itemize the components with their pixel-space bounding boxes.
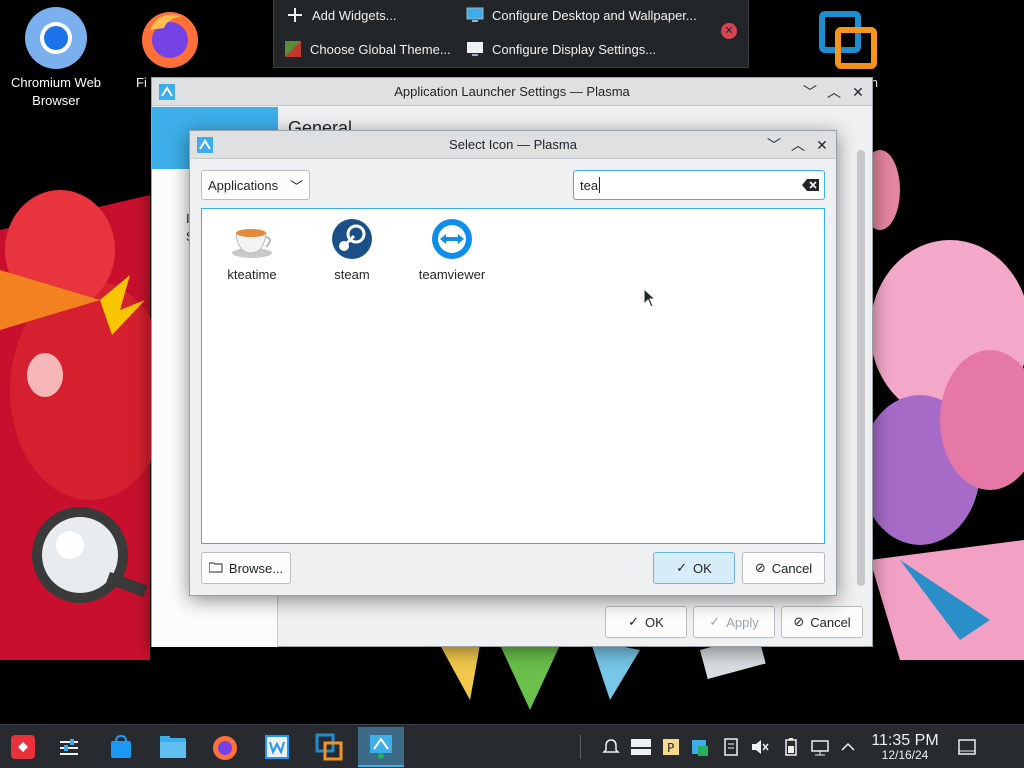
icon-result-kteatime[interactable]: kteatime	[202, 217, 302, 282]
menu-item-label: Configure Desktop and Wallpaper...	[492, 7, 697, 23]
document-icon	[265, 735, 289, 759]
network-icon[interactable]	[810, 738, 829, 756]
window-title: Application Launcher Settings — Plasma	[394, 84, 630, 99]
desktop-icon-chromium[interactable]: Chromium Web Browser	[0, 0, 112, 110]
icon-result-label: kteatime	[227, 267, 277, 282]
search-value: tea	[580, 177, 599, 193]
firefox-icon	[138, 6, 202, 70]
icon-result-steam[interactable]: steam	[302, 217, 402, 282]
taskbar-discover[interactable]	[98, 727, 144, 767]
maximize-button[interactable]: ︿	[788, 135, 808, 155]
menu-item-display-settings[interactable]: Configure Display Settings...	[466, 34, 656, 64]
button-label: Browse...	[228, 560, 284, 576]
plasma-app-icon	[158, 83, 176, 101]
check-icon: ✓	[628, 614, 640, 629]
check-icon: ✓	[676, 560, 688, 575]
scrollbar[interactable]	[857, 150, 865, 586]
sliders-icon	[60, 739, 78, 755]
dialog-title: Select Icon — Plasma	[449, 137, 577, 152]
settings-ok-button[interactable]: ✓ OK	[605, 606, 687, 638]
category-dropdown[interactable]: Applications ﹀	[201, 170, 310, 200]
display-icon	[466, 40, 484, 58]
button-label: Cancel	[771, 560, 813, 576]
icon-results-grid[interactable]: kteatime steam teamviewer	[201, 208, 825, 544]
virtualbox-icon	[816, 6, 880, 70]
svg-text:P: P	[667, 741, 674, 755]
theme-icon	[284, 40, 302, 58]
browse-button[interactable]: Browse...	[201, 552, 291, 584]
cancel-icon: ⊘	[754, 560, 766, 575]
folder-icon	[208, 561, 223, 576]
chevron-up-icon[interactable]	[840, 738, 858, 756]
button-label: OK	[645, 614, 664, 630]
search-input[interactable]: tea	[573, 170, 825, 200]
button-label: OK	[693, 560, 712, 576]
menu-item-global-theme[interactable]: Choose Global Theme...	[284, 34, 451, 64]
icon-result-teamviewer[interactable]: teamviewer	[402, 217, 502, 282]
settings-apply-button[interactable]: ✓ Apply	[693, 606, 775, 638]
button-label: Apply	[726, 614, 759, 630]
dialog-titlebar[interactable]: Select Icon — Plasma ﹀ ︿ ✕	[190, 131, 836, 159]
minimize-button[interactable]: ﹀	[764, 135, 784, 155]
battery-icon[interactable]	[782, 738, 800, 756]
desktop-icon-label: Chromium Web Browser	[10, 75, 102, 108]
volume-muted-icon[interactable]	[750, 738, 769, 756]
plasma-app-icon	[196, 136, 214, 154]
launcher-icon	[11, 735, 35, 759]
menu-item-label: Choose Global Theme...	[310, 41, 451, 57]
desktop-context-menu: Add Widgets... Configure Desktop and Wal…	[273, 0, 749, 68]
teacup-icon	[230, 217, 274, 261]
close-button[interactable]: ✕	[812, 135, 832, 155]
taskbar-writer[interactable]	[254, 727, 300, 767]
desktop-icon	[466, 6, 484, 24]
button-label: Cancel	[810, 614, 851, 630]
firefox-icon	[213, 736, 237, 760]
app-launcher-button[interactable]	[0, 727, 46, 767]
icon-result-label: teamviewer	[418, 267, 486, 282]
close-menu-icon[interactable]: ✕	[721, 23, 737, 39]
teamviewer-icon	[430, 217, 474, 261]
mouse-cursor	[643, 288, 655, 308]
icon-result-label: steam	[334, 267, 370, 282]
clock-date[interactable]: 12/16/24	[860, 748, 950, 762]
plasma-app-icon	[370, 735, 392, 759]
store-icon	[111, 734, 131, 758]
taskbar-settings[interactable]	[46, 727, 92, 767]
taskbar-virtualbox[interactable]	[306, 727, 352, 767]
dialog-cancel-button[interactable]: ⊘ Cancel	[742, 552, 825, 584]
virtualbox-icon	[315, 733, 343, 761]
text-cursor	[599, 177, 601, 193]
device-icon[interactable]	[722, 738, 740, 756]
minimize-button[interactable]: ﹀	[800, 82, 820, 102]
cancel-icon: ⊘	[793, 614, 805, 629]
close-button[interactable]: ✕	[848, 82, 868, 102]
show-desktop-icon[interactable]	[958, 738, 976, 756]
plus-icon	[286, 6, 304, 24]
notifications-icon[interactable]	[602, 738, 620, 756]
menu-item-label: Add Widgets...	[312, 7, 397, 23]
menu-item-label: Configure Display Settings...	[492, 41, 657, 57]
menu-item-configure-desktop[interactable]: Configure Desktop and Wallpaper...	[466, 0, 697, 30]
steam-icon	[330, 217, 374, 261]
package-icon[interactable]: P	[662, 738, 680, 756]
check-icon: ✓	[709, 614, 721, 629]
taskbar-plasma-settings[interactable]	[358, 727, 404, 767]
taskbar-firefox[interactable]	[202, 727, 248, 767]
taskbar-separator	[580, 735, 581, 759]
update-icon[interactable]	[690, 738, 708, 756]
clipboard-icon[interactable]	[630, 738, 651, 756]
chevron-down-icon: ﹀	[289, 179, 303, 194]
category-value: Applications	[208, 177, 279, 193]
maximize-button[interactable]: ︿	[824, 82, 844, 102]
menu-item-add-widgets[interactable]: Add Widgets...	[286, 0, 397, 30]
clear-search-icon[interactable]	[802, 178, 820, 192]
taskbar-files[interactable]	[150, 727, 196, 767]
settings-titlebar[interactable]: Application Launcher Settings — Plasma ﹀…	[152, 78, 872, 106]
dialog-ok-button[interactable]: ✓ OK	[653, 552, 735, 584]
chromium-icon	[24, 6, 88, 70]
folder-icon	[160, 736, 186, 758]
settings-cancel-button[interactable]: ⊘ Cancel	[781, 606, 863, 638]
